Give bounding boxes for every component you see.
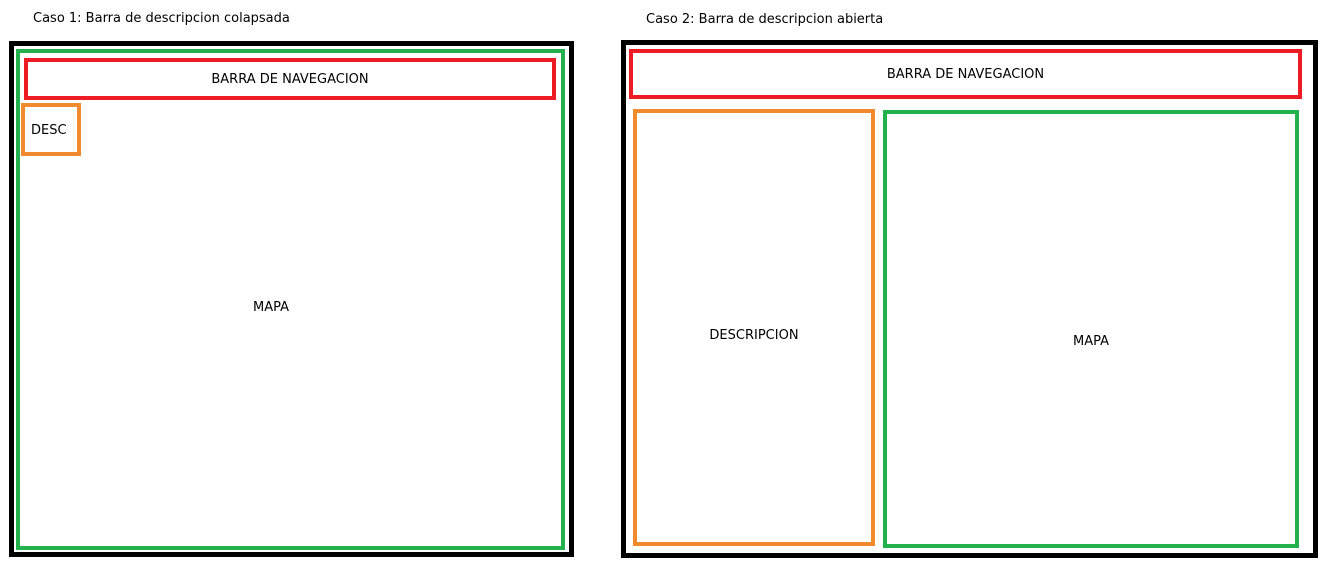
case1-map-area <box>16 49 565 550</box>
case2-description-label: DESCRIPCION <box>709 328 799 343</box>
case2-map-label: MAPA <box>1072 333 1109 349</box>
case1-description-label: DESC <box>31 123 67 138</box>
case2-navigation-bar: BARRA DE NAVEGACION <box>629 49 1302 99</box>
case2-navigation-bar-label: BARRA DE NAVEGACION <box>886 66 1045 82</box>
case1-navigation-bar: BARRA DE NAVEGACION <box>24 58 556 100</box>
case1-navigation-bar-label: BARRA DE NAVEGACION <box>211 71 369 87</box>
case2-description-panel: DESCRIPCION <box>633 109 875 546</box>
case1-description-collapsed: DESC <box>21 103 81 156</box>
case1-caption: Caso 1: Barra de descripcion colapsada <box>33 11 290 26</box>
case2-caption: Caso 2: Barra de descripcion abierta <box>646 12 884 27</box>
case2-map-area: MAPA <box>883 110 1299 548</box>
case1-map-label: MAPA <box>253 300 290 315</box>
